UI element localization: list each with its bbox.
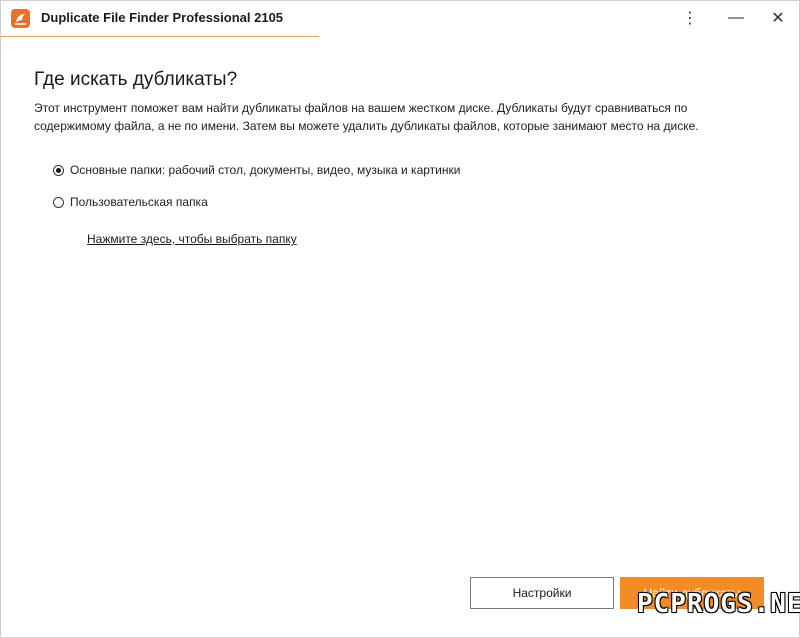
- window-title: Duplicate File Finder Professional 2105: [41, 10, 284, 25]
- option-default-folders[interactable]: Основные папки: рабочий стол, документы,…: [53, 163, 460, 177]
- page-description: Этот инструмент поможет вам найти дублик…: [34, 101, 699, 133]
- radio-default-folders[interactable]: [53, 164, 64, 176]
- settings-button[interactable]: Настройки: [470, 577, 614, 609]
- app-logo-icon: [11, 9, 30, 28]
- minimize-button[interactable]: —: [715, 1, 757, 35]
- option-custom-folder[interactable]: Пользовательская папка: [53, 195, 208, 209]
- option-custom-folder-label: Пользовательская папка: [70, 195, 208, 209]
- title-bar: Duplicate File Finder Professional 2105 …: [1, 1, 799, 37]
- option-default-folders-label: Основные папки: рабочий стол, документы,…: [70, 163, 461, 177]
- more-options-icon[interactable]: ⋮: [669, 1, 711, 35]
- app-window: Duplicate File Finder Professional 2105 …: [0, 0, 800, 638]
- watermark: PCPROGS.NET: [637, 589, 800, 619]
- title-accent-line: [1, 36, 319, 37]
- choose-folder-link[interactable]: Нажмите здесь, чтобы выбрать папку: [87, 232, 297, 246]
- radio-custom-folder[interactable]: [53, 196, 64, 208]
- close-button[interactable]: ✕: [757, 1, 799, 35]
- page-title: Где искать дубликаты?: [34, 69, 238, 90]
